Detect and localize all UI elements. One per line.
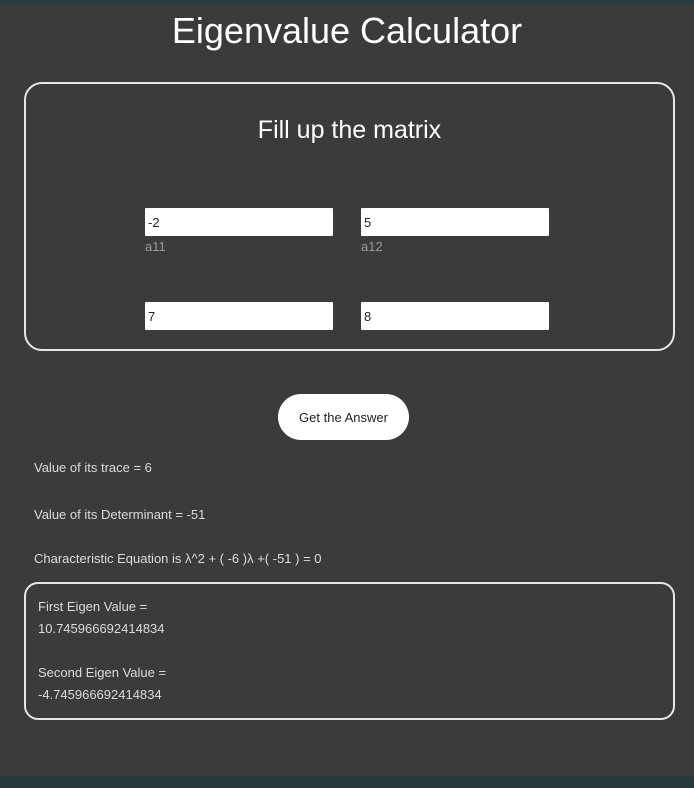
trace-result: Value of its trace = 6 [34,460,152,475]
eigenvalues-card: First Eigen Value = 10.745966692414834 S… [24,582,675,720]
matrix-cell-a12: a12 [361,208,549,254]
a11-label: a11 [145,239,166,254]
matrix-heading: Fill up the matrix [257,116,442,144]
matrix-card: Fill up the matrix a11 a12 [24,82,675,351]
determinant-result: Value of its Determinant = -51 [34,507,206,522]
page-title: Eigenvalue Calculator [171,10,523,51]
a12-label: a12 [361,239,383,254]
first-eigenvalue: First Eigen Value = 10.745966692414834 [38,596,165,640]
second-eigenvalue-label: Second Eigen Value = [38,665,167,680]
first-eigenvalue-value: 10.745966692414834 [38,621,165,636]
get-answer-button[interactable]: Get the Answer [278,394,409,440]
calculator-page: Eigenvalue Calculator Fill up the matrix… [0,4,694,776]
second-eigenvalue-value: -4.745966692414834 [38,687,162,702]
a21-input[interactable] [145,302,333,330]
a12-input[interactable] [361,208,549,236]
a11-input[interactable] [145,208,333,236]
a22-input[interactable] [361,302,549,330]
second-eigenvalue: Second Eigen Value = -4.745966692414834 [38,662,166,706]
characteristic-equation: Characteristic Equation is λ^2 + ( -6 )λ… [34,551,322,566]
matrix-cell-a21 [145,302,333,330]
first-eigenvalue-label: First Eigen Value = [38,599,148,614]
matrix-cell-a22 [361,302,549,330]
matrix-cell-a11: a11 [145,208,333,254]
